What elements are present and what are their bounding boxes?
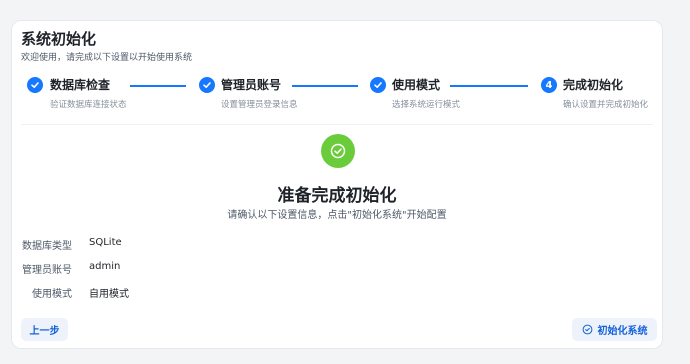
page-title: 系统初始化 — [21, 30, 97, 48]
step-1-desc: 验证数据库连接状态 — [50, 100, 127, 110]
step-2-title: 管理员账号 — [221, 78, 282, 92]
summary-title: 准备完成初始化 — [277, 186, 397, 206]
step-2-desc: 设置管理员登录信息 — [221, 100, 298, 110]
step-4-number-icon: 4 — [541, 77, 557, 93]
summary-desc: 请确认以下设置信息，点击"初始化系统"开始配置 — [227, 210, 447, 221]
step-3-title: 使用模式 — [392, 78, 441, 92]
init-system-button[interactable]: 初始化系统 — [572, 318, 657, 341]
usage-mode-label: 使用模式 — [32, 289, 72, 300]
prev-button[interactable]: 上一步 — [21, 318, 68, 341]
db-type-label: 数据库类型 — [22, 241, 72, 252]
usage-mode-value: 自用模式 — [89, 289, 129, 300]
check-circle-icon — [321, 134, 355, 168]
step-3-check-icon — [370, 77, 386, 93]
divider — [21, 124, 653, 125]
step-4-title: 完成初始化 — [563, 78, 624, 92]
step-1-check-icon — [27, 77, 43, 93]
step-connector — [130, 85, 186, 87]
admin-account-label: 管理员账号 — [22, 265, 72, 276]
db-type-value: SQLite — [89, 237, 122, 248]
admin-account-value: admin — [89, 261, 121, 272]
prev-button-label: 上一步 — [29, 326, 60, 337]
check-circle-icon — [582, 324, 592, 335]
init-system-button-label: 初始化系统 — [597, 326, 648, 337]
init-card: 系统初始化 欢迎使用，请完成以下设置以开始使用系统 数据库检查 验证数据库连接状… — [11, 20, 663, 349]
page-subtitle: 欢迎使用，请完成以下设置以开始使用系统 — [21, 53, 193, 63]
step-connector — [450, 85, 528, 87]
step-1-title: 数据库检查 — [50, 78, 111, 92]
step-connector — [292, 85, 358, 87]
step-4-desc: 确认设置并完成初始化 — [563, 100, 649, 110]
step-3-desc: 选择系统运行模式 — [392, 100, 461, 110]
step-2-check-icon — [199, 77, 215, 93]
